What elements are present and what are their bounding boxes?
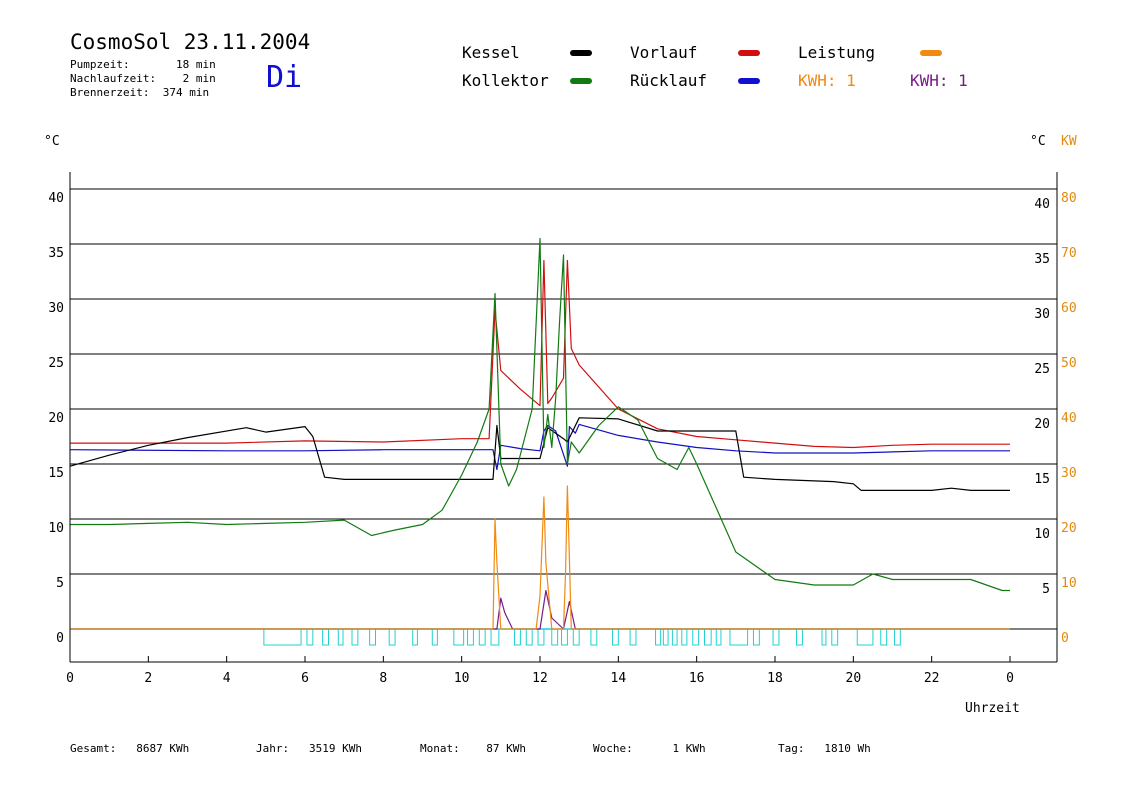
pump-block <box>514 628 521 646</box>
pump-block <box>772 628 780 646</box>
pump-block <box>412 628 418 646</box>
pump-block <box>525 628 533 646</box>
pump-block <box>537 628 545 646</box>
kw-tick-label: 30 <box>1061 466 1077 481</box>
pump-block <box>306 628 314 646</box>
pump-block <box>671 628 678 646</box>
pump-blocks <box>263 628 901 646</box>
y-tick-label-right: 10 <box>1034 527 1050 542</box>
y-tick-label-right: 35 <box>1034 252 1050 267</box>
x-tick-label: 16 <box>689 671 705 686</box>
y-tick-label-left: 40 <box>48 191 64 206</box>
pump-block <box>453 628 465 646</box>
pump-block <box>490 628 500 646</box>
x-tick-label: 4 <box>223 671 231 686</box>
x-tick-label: 12 <box>532 671 548 686</box>
pump-block <box>263 628 302 646</box>
pump-block <box>856 628 874 646</box>
pump-block <box>681 628 688 646</box>
kw-tick-label: 20 <box>1061 521 1077 536</box>
footer-jahr: Jahr: 3519 KWh <box>256 742 362 755</box>
x-tick-label: 8 <box>379 671 387 686</box>
x-tick-label: 18 <box>767 671 783 686</box>
kw-tick-label: 10 <box>1061 576 1077 591</box>
pump-block <box>715 628 722 646</box>
kw-tick-label: 60 <box>1061 301 1077 316</box>
x-tick-label: 2 <box>144 671 152 686</box>
pump-block <box>431 628 438 646</box>
series-line-kessel <box>69 417 1010 491</box>
chart-svg: 0 2 4 6 8 10 12 14 16 18 20 22 0 0 5 10 15 20 25 30 35 40 5 10 1… <box>48 172 1077 686</box>
y-tick-label-right: 20 <box>1034 417 1050 432</box>
pump-block <box>704 628 712 646</box>
x-tick-label: 0 <box>1006 671 1014 686</box>
x-tick-label: 0 <box>66 671 74 686</box>
pump-block <box>629 628 637 646</box>
pump-block <box>729 628 749 646</box>
footer-tag: Tag: 1810 Wh <box>778 742 871 755</box>
kw-tick-label: 80 <box>1061 191 1077 206</box>
pump-block <box>551 628 559 646</box>
y-tick-label-left: 15 <box>48 466 64 481</box>
y-tick-label-right: 25 <box>1034 362 1050 377</box>
y-tick-label-left: 35 <box>48 246 64 261</box>
pump-block <box>752 628 760 646</box>
x-tick-label: 20 <box>846 671 862 686</box>
series-line-kollektor <box>70 237 1010 592</box>
pump-block <box>590 628 598 646</box>
y-tick-label-right: 5 <box>1042 582 1050 597</box>
pump-block <box>692 628 700 646</box>
x-tick-label: 22 <box>924 671 940 686</box>
pump-block <box>893 628 901 646</box>
y-tick-label-right: 40 <box>1034 197 1050 212</box>
y-tick-label-right: 30 <box>1034 307 1050 322</box>
kw-tick-label: 0 <box>1061 631 1069 646</box>
chart-axes <box>69 172 1058 663</box>
pump-block <box>655 628 662 646</box>
pump-block <box>880 628 888 646</box>
x-tick-label: 6 <box>301 671 309 686</box>
pump-block <box>796 628 803 646</box>
x-tick-label: 10 <box>454 671 470 686</box>
y-tick-label-left: 30 <box>48 301 64 316</box>
pump-block <box>662 628 669 646</box>
kw-tick-label: 70 <box>1061 246 1077 261</box>
pump-block <box>337 628 344 646</box>
y-tick-label-left: 5 <box>56 576 64 591</box>
kw-tick-label: 40 <box>1061 411 1077 426</box>
y-tick-label-left: 20 <box>48 411 64 426</box>
y-tick-label-right: 15 <box>1034 472 1050 487</box>
pump-block <box>322 628 329 646</box>
y-tick-label-left: 0 <box>56 631 64 646</box>
series-lines <box>69 237 1010 630</box>
footer-woche: Woche: 1 KWh <box>593 742 706 755</box>
series-line-leistung <box>70 485 1010 630</box>
y-tick-label-left: 10 <box>48 521 64 536</box>
pump-block <box>369 628 376 646</box>
pump-block <box>572 628 580 646</box>
pump-block <box>561 628 568 646</box>
pump-block <box>821 628 827 646</box>
footer-gesamt: Gesamt: 8687 KWh <box>70 742 190 755</box>
footer-monat: Monat: 87 KWh <box>420 742 526 755</box>
pump-block <box>478 628 486 646</box>
pump-block <box>467 628 474 646</box>
pump-block <box>611 628 619 646</box>
x-tick-label: 14 <box>611 671 627 686</box>
pump-block <box>351 628 359 646</box>
pump-block <box>388 628 396 646</box>
kw-tick-label: 50 <box>1061 356 1077 371</box>
y-tick-label-left: 25 <box>48 356 64 371</box>
pump-block <box>831 628 839 646</box>
